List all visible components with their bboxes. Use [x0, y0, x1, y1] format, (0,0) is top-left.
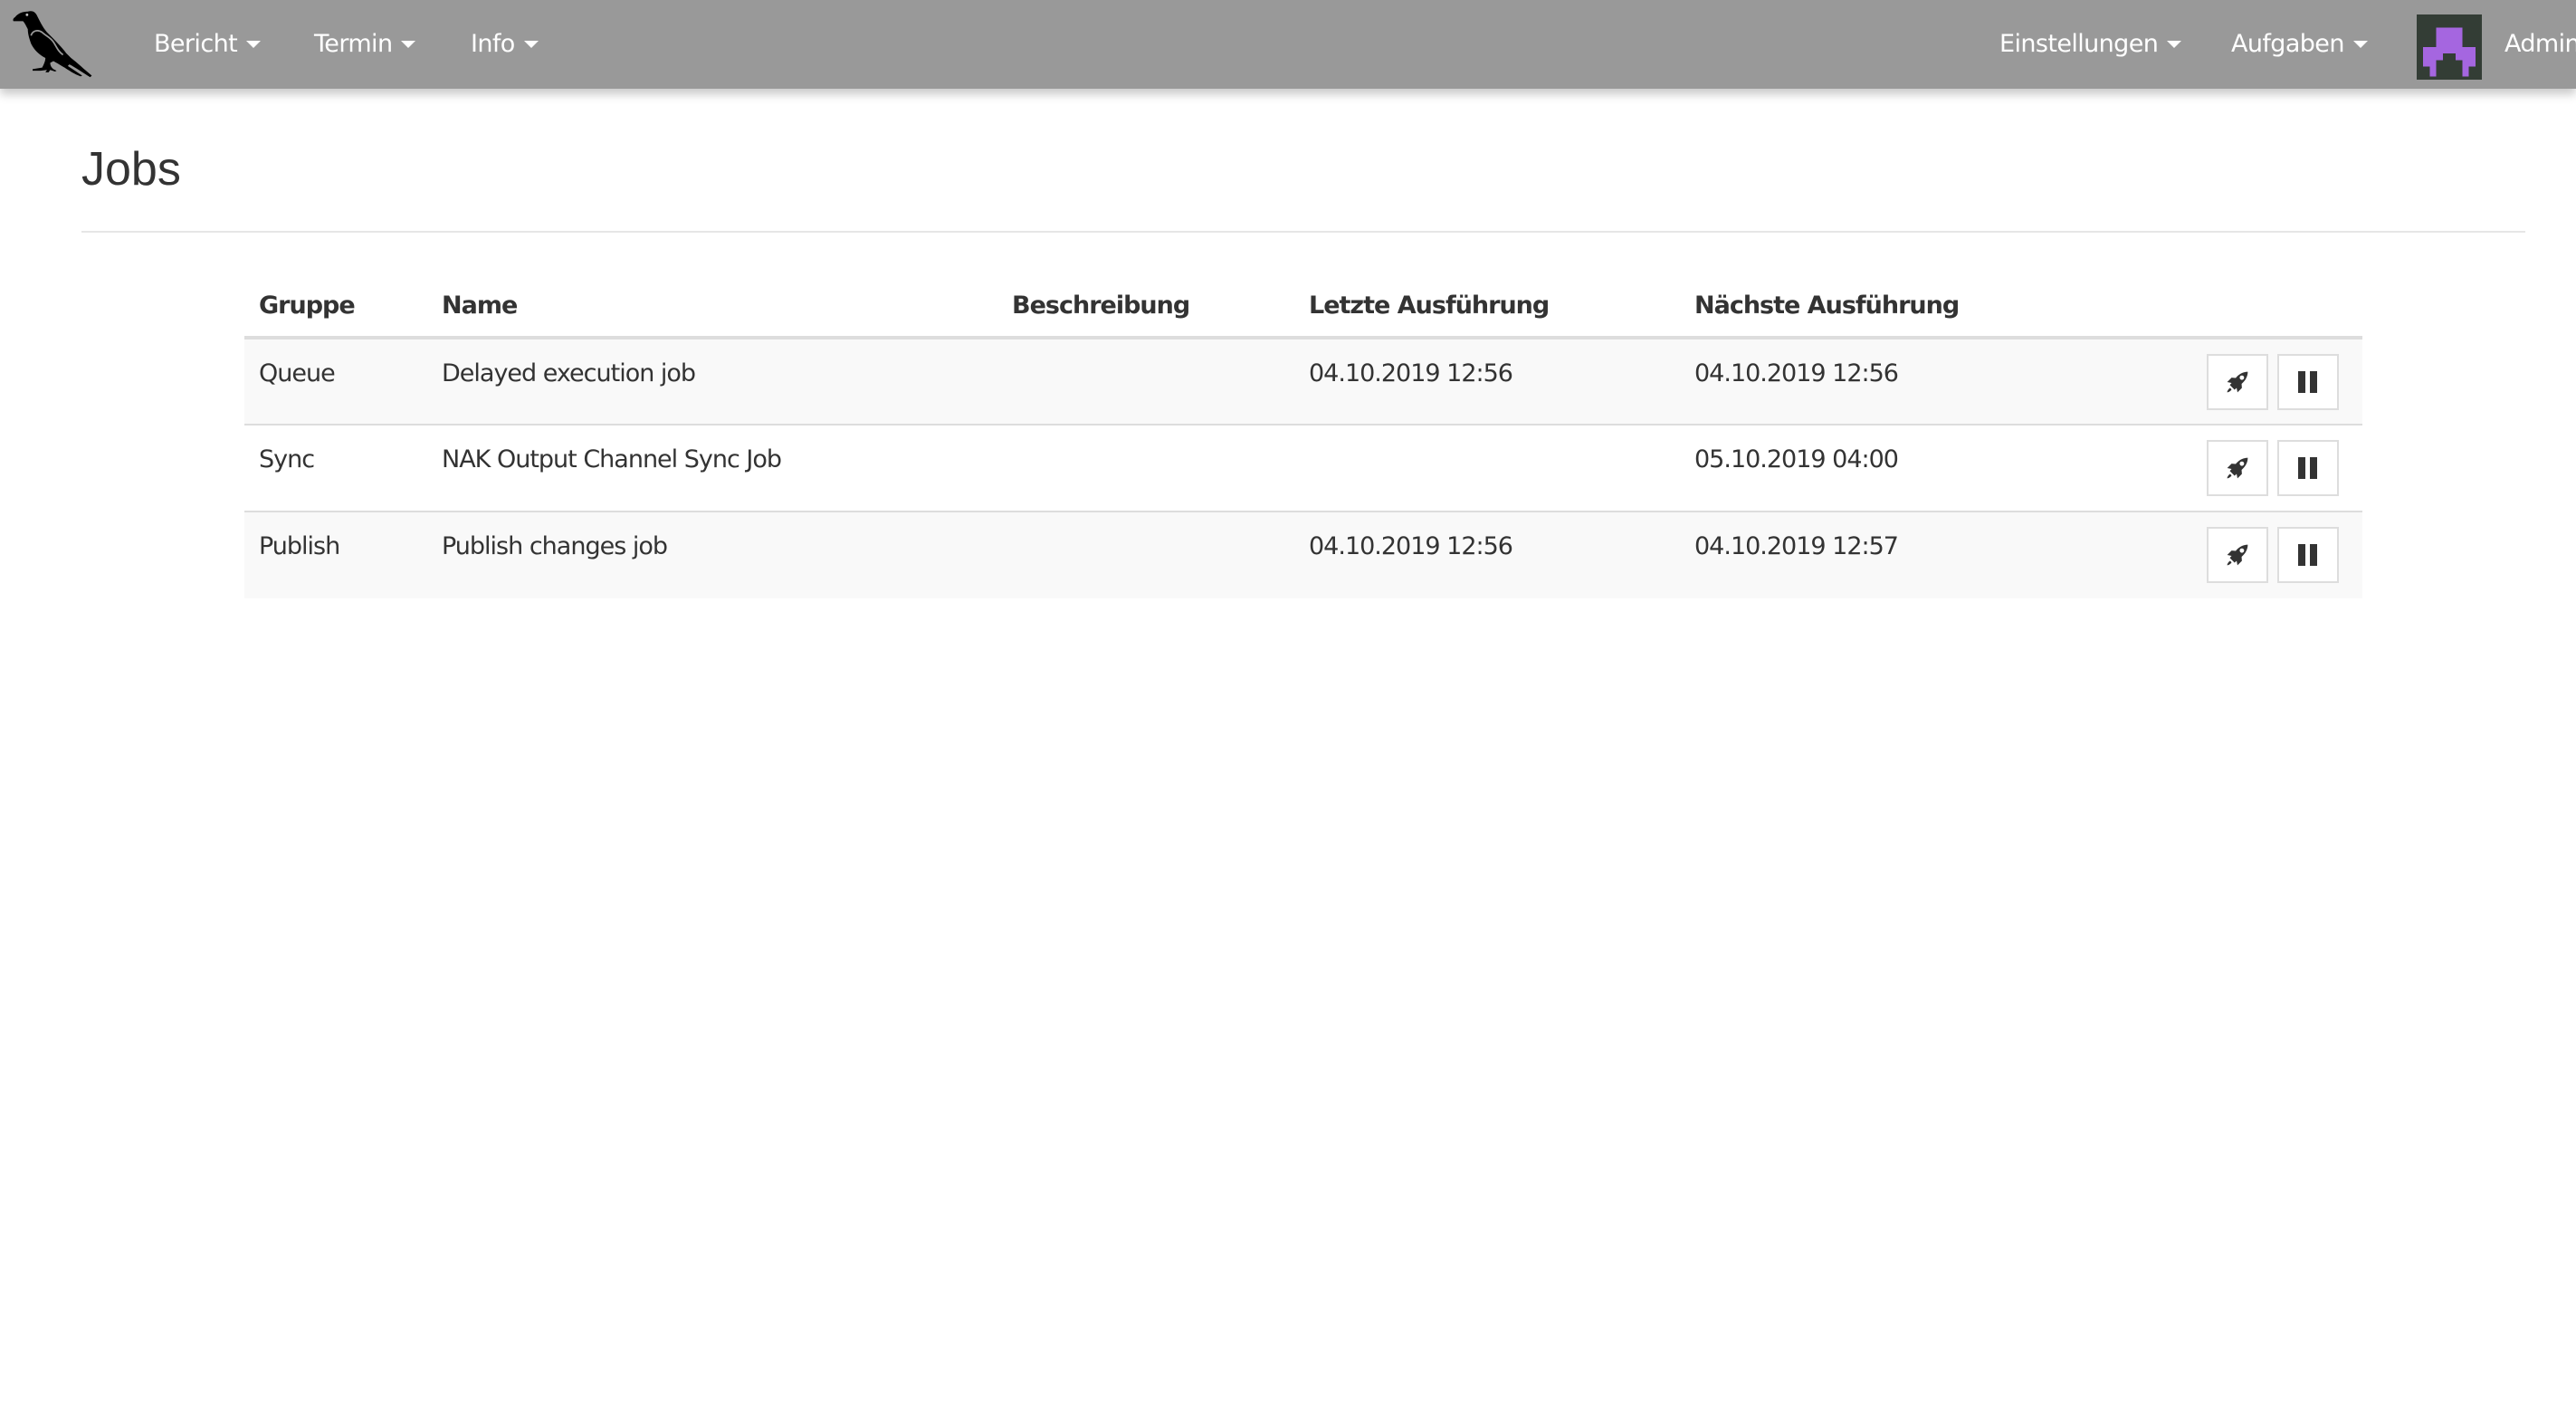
caret-down-icon	[2352, 41, 2368, 48]
header-divider	[81, 231, 2525, 233]
caret-down-icon	[2167, 41, 2182, 48]
raven-logo-icon[interactable]	[5, 3, 101, 86]
cell-actions	[2127, 338, 2362, 425]
cell-next-run: 05.10.2019 04:00	[1680, 424, 2127, 512]
top-navbar: Bericht Termin Info Einstellungen Aufgab…	[0, 0, 2576, 89]
nav-menu-label: Bericht	[154, 30, 238, 58]
nav-menu-label: Aufgaben	[2231, 30, 2344, 58]
caret-down-icon	[401, 41, 416, 48]
pause-icon	[2298, 544, 2317, 566]
pause-icon	[2298, 457, 2317, 479]
pause-job-button[interactable]	[2277, 440, 2339, 496]
run-job-button[interactable]	[2207, 354, 2268, 410]
cell-next-run: 04.10.2019 12:57	[1680, 511, 2127, 598]
page-title: Jobs	[81, 143, 181, 196]
run-job-button[interactable]	[2207, 527, 2268, 583]
nav-menu-einstellungen[interactable]: Einstellungen	[1999, 0, 2182, 89]
cell-name: Delayed execution job	[427, 338, 997, 425]
user-name: Admin	[2504, 30, 2576, 58]
cell-next-run: 04.10.2019 12:56	[1680, 338, 2127, 425]
cell-actions	[2127, 424, 2362, 512]
cell-last-run	[1294, 424, 1680, 512]
user-menu[interactable]: Admin	[2504, 0, 2576, 89]
cell-name: NAK Output Channel Sync Job	[427, 424, 997, 512]
rocket-icon	[2227, 371, 2248, 393]
jobs-table: Gruppe Name Beschreibung Letzte Ausführu…	[244, 274, 2362, 598]
cell-last-run: 04.10.2019 12:56	[1294, 511, 1680, 598]
column-header-gruppe: Gruppe	[244, 274, 427, 340]
column-header-letzte-ausfuehrung: Letzte Ausführung	[1294, 274, 1680, 340]
pause-icon	[2298, 371, 2317, 393]
pause-job-button[interactable]	[2277, 527, 2339, 583]
table-header-row: Gruppe Name Beschreibung Letzte Ausführu…	[244, 274, 2362, 340]
cell-description	[997, 338, 1294, 425]
cell-name: Publish changes job	[427, 511, 997, 598]
rocket-icon	[2227, 544, 2248, 566]
column-header-naechste-ausfuehrung: Nächste Ausführung	[1680, 274, 2127, 340]
table-row: Sync NAK Output Channel Sync Job 05.10.2…	[244, 424, 2362, 512]
column-header-name: Name	[427, 274, 997, 340]
pause-job-button[interactable]	[2277, 354, 2339, 410]
nav-menu-bericht[interactable]: Bericht	[154, 0, 262, 89]
run-job-button[interactable]	[2207, 440, 2268, 496]
column-header-actions	[2127, 274, 2362, 340]
cell-actions	[2127, 511, 2362, 598]
nav-menu-info[interactable]: Info	[471, 0, 539, 89]
nav-menu-label: Einstellungen	[1999, 30, 2159, 58]
cell-description	[997, 511, 1294, 598]
caret-down-icon	[246, 41, 262, 48]
cell-description	[997, 424, 1294, 512]
nav-menu-label: Info	[471, 30, 515, 58]
caret-down-icon	[523, 41, 539, 48]
nav-menu-aufgaben[interactable]: Aufgaben	[2231, 0, 2368, 89]
table-row: Queue Delayed execution job 04.10.2019 1…	[244, 338, 2362, 425]
nav-menu-label: Termin	[314, 30, 393, 58]
user-avatar[interactable]	[2417, 14, 2482, 80]
cell-group: Publish	[244, 511, 427, 598]
rocket-icon	[2227, 457, 2248, 479]
table-row: Publish Publish changes job 04.10.2019 1…	[244, 511, 2362, 598]
column-header-beschreibung: Beschreibung	[997, 274, 1294, 340]
cell-group: Queue	[244, 338, 427, 425]
cell-last-run: 04.10.2019 12:56	[1294, 338, 1680, 425]
nav-menu-termin[interactable]: Termin	[314, 0, 416, 89]
cell-group: Sync	[244, 424, 427, 512]
